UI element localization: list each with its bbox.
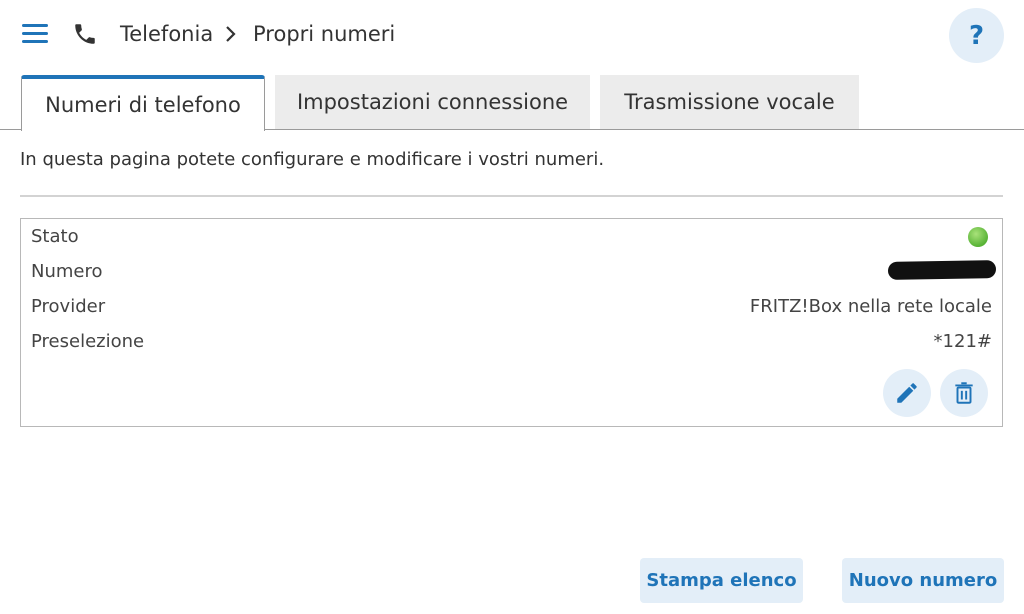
provider-value: FRITZ!Box nella rete locale bbox=[749, 296, 992, 317]
provider-label: Provider bbox=[31, 296, 106, 317]
trash-icon bbox=[955, 382, 973, 404]
breadcrumb-current-page: Propri numeri bbox=[253, 22, 396, 46]
tab-impostazioni-connessione[interactable]: Impostazioni connessione bbox=[275, 75, 590, 129]
preselection-value: *121# bbox=[933, 331, 992, 352]
hamburger-menu-icon[interactable] bbox=[22, 24, 48, 44]
divider bbox=[20, 195, 1003, 197]
help-button[interactable]: ? bbox=[949, 8, 1004, 63]
redacted-number bbox=[887, 260, 997, 280]
status-label: Stato bbox=[31, 226, 79, 247]
chevron-right-icon bbox=[226, 26, 236, 42]
preselection-label: Preselezione bbox=[31, 331, 145, 352]
delete-button[interactable] bbox=[940, 369, 988, 417]
print-list-button[interactable]: Stampa elenco bbox=[640, 558, 803, 603]
breadcrumb-telefonia[interactable]: Telefonia bbox=[120, 22, 213, 46]
tab-trasmissione-vocale[interactable]: Trasmissione vocale bbox=[600, 75, 859, 129]
pencil-icon bbox=[897, 383, 917, 403]
status-indicator bbox=[968, 227, 988, 247]
top-bar: Telefonia Propri numeri ? bbox=[0, 0, 1024, 72]
phone-icon bbox=[75, 24, 95, 44]
edit-button[interactable] bbox=[883, 369, 931, 417]
number-entry-card: Stato Numero Provider FRITZ!Box nella re… bbox=[20, 218, 1003, 427]
new-number-button[interactable]: Nuovo numero bbox=[842, 558, 1004, 603]
tab-numeri-di-telefono[interactable]: Numeri di telefono bbox=[21, 75, 265, 131]
page-description: In questa pagina potete configurare e mo… bbox=[20, 149, 605, 170]
number-label: Numero bbox=[31, 261, 103, 282]
